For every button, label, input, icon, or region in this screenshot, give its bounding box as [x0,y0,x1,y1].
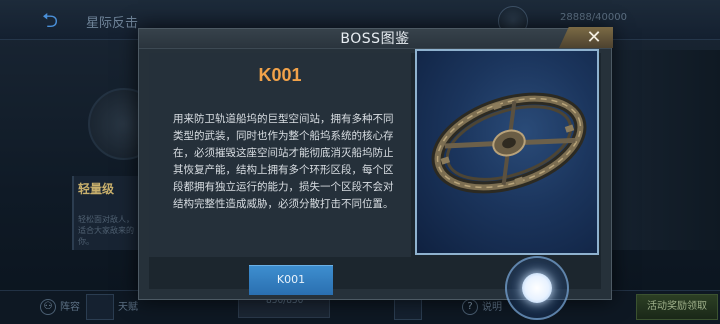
boss-image [415,49,599,255]
resource-value: 28888/40000 [560,12,627,23]
talent-label: 天赋 [118,302,138,313]
lineup-icon: ⚇ [40,299,56,315]
dialog-title: BOSS图鉴 [340,31,410,47]
talent-tab[interactable] [86,294,114,320]
boss-description: 用来防卫轨道船坞的巨型空间站，拥有多种不同类型的武装，同时也作为整个船坞系统的核… [173,113,394,210]
boss-name: K001 [258,65,302,85]
event-reward-button[interactable]: 活动奖励领取 [636,294,718,320]
dialog-header: BOSS图鉴 [139,29,611,49]
help-icon: ? [462,299,478,315]
boss-info-panel: K001 用来防卫轨道船坞的巨型空间站，拥有多种不同类型的武装，同时也作为整个船… [149,53,411,257]
joystick-knob[interactable] [522,273,552,303]
lineup-label: 阵容 [60,302,80,313]
boss-tab-button[interactable]: K001 [249,265,333,295]
difficulty-desc: 轻松面对敌人，适合大家敌来的你。 [78,215,134,246]
help-label: 说明 [482,302,502,313]
dialog-body: K001 用来防卫轨道船坞的巨型空间站，拥有多种不同类型的武装，同时也作为整个船… [149,49,601,295]
space-station-icon [431,92,587,194]
back-icon[interactable]: ⮌ [42,10,66,30]
close-icon[interactable]: ✕ [583,28,605,48]
right-panel [612,50,720,250]
lineup-button[interactable]: ⚇ 阵容 [40,296,80,320]
difficulty-label: 轻量级 [78,182,115,196]
screen-title: 星际反击 [86,16,139,31]
